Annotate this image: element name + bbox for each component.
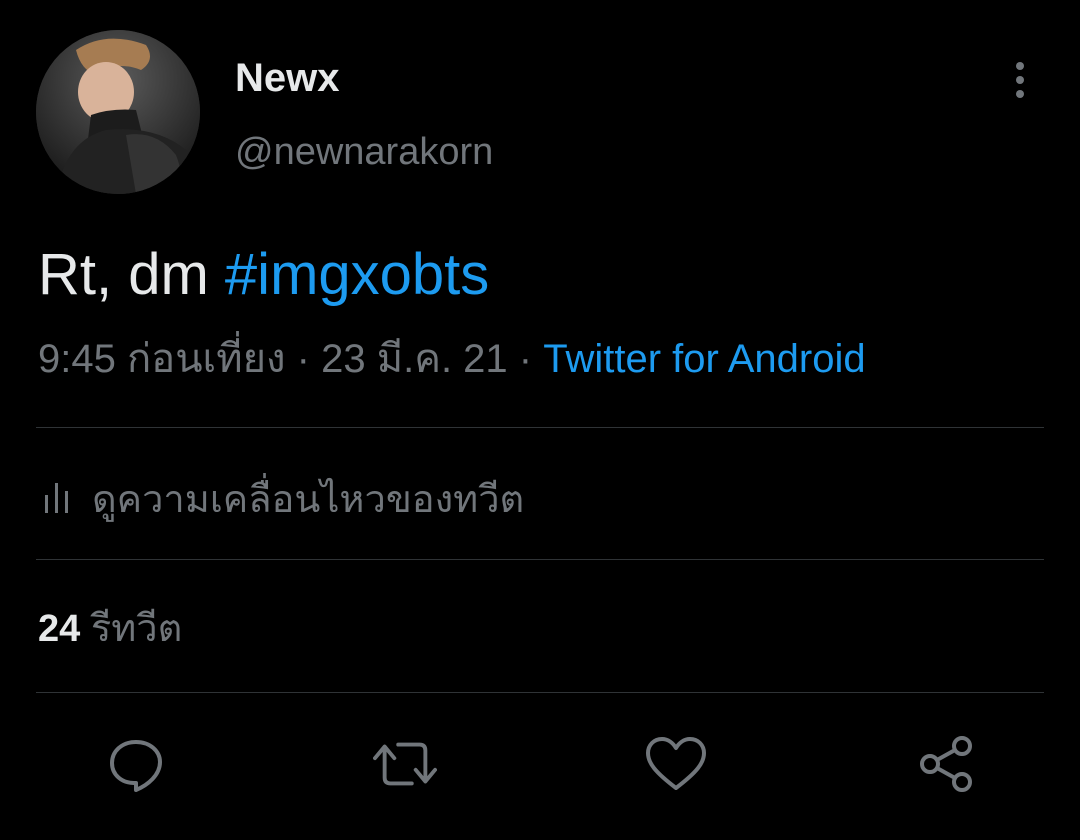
tweet-meta: 9:45 ก่อนเที่ยง · 23 มี.ค. 21 · Twitter … xyxy=(38,334,866,384)
divider xyxy=(36,692,1044,693)
like-button[interactable] xyxy=(644,732,708,796)
divider xyxy=(36,427,1044,428)
dot xyxy=(1016,90,1024,98)
share-button[interactable] xyxy=(914,732,978,796)
dot xyxy=(1016,62,1024,70)
retweet-label: รีทวีต xyxy=(90,608,183,650)
reply-button[interactable] xyxy=(104,732,168,796)
tweet-text: Rt, dm #imgxobts xyxy=(38,240,489,310)
tweet-time[interactable]: 9:45 ก่อนเที่ยง xyxy=(38,337,286,381)
separator: · xyxy=(285,337,322,381)
retweet-stats[interactable]: 24 รีทวีต xyxy=(38,604,182,654)
retweet-button[interactable] xyxy=(373,732,437,796)
view-tweet-activity[interactable]: ดูความเคลื่อนไหวของทวีต xyxy=(44,470,524,526)
tweet-body: Rt, dm xyxy=(38,242,225,307)
separator: · xyxy=(507,337,544,381)
dot xyxy=(1016,76,1024,84)
divider xyxy=(36,559,1044,560)
share-icon xyxy=(920,736,972,792)
tweet-date[interactable]: 23 มี.ค. 21 xyxy=(321,337,508,381)
display-name[interactable]: Newx xyxy=(235,54,340,102)
heart-icon xyxy=(646,737,706,790)
retweet-icon xyxy=(373,742,437,786)
activity-label: ดูความเคลื่อนไหวของทวีต xyxy=(92,478,525,521)
handle[interactable]: @newnarakorn xyxy=(235,128,493,176)
more-options-icon[interactable] xyxy=(1000,56,1040,104)
bar-chart-icon xyxy=(45,483,68,513)
profile-photo xyxy=(36,30,200,194)
retweet-count: 24 xyxy=(38,608,81,650)
reply-icon xyxy=(110,740,162,792)
avatar[interactable] xyxy=(36,30,200,194)
hashtag-link[interactable]: #imgxobts xyxy=(225,242,489,307)
tweet-source-link[interactable]: Twitter for Android xyxy=(543,337,865,381)
